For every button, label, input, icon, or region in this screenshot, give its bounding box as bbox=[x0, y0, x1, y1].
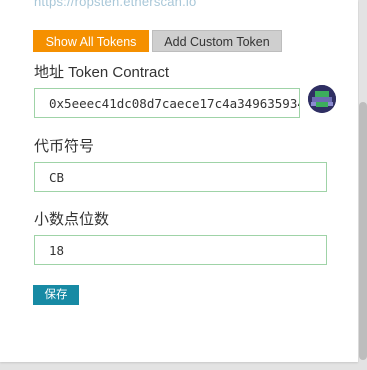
address-label: 地址 Token Contract bbox=[34, 64, 170, 81]
etherscan-link[interactable]: https://ropsten.etherscan.io bbox=[34, 0, 196, 9]
token-address-input[interactable] bbox=[34, 88, 300, 118]
save-button[interactable]: 保存 bbox=[33, 285, 79, 305]
add-token-panel: https://ropsten.etherscan.io Show All To… bbox=[0, 0, 358, 362]
identicon-icon bbox=[308, 85, 336, 113]
tab-add-custom-token[interactable]: Add Custom Token bbox=[152, 30, 282, 52]
tab-show-all-tokens[interactable]: Show All Tokens bbox=[33, 30, 149, 52]
token-decimals-input[interactable] bbox=[34, 235, 327, 265]
symbol-label: 代币符号 bbox=[34, 138, 95, 155]
identicon-graphic bbox=[308, 85, 336, 113]
decimals-label: 小数点位数 bbox=[34, 211, 110, 228]
scrollbar-thumb[interactable] bbox=[359, 102, 367, 360]
token-symbol-input[interactable] bbox=[34, 162, 327, 192]
token-tabs: Show All Tokens Add Custom Token bbox=[33, 30, 282, 52]
scrollbar[interactable] bbox=[359, 0, 367, 362]
